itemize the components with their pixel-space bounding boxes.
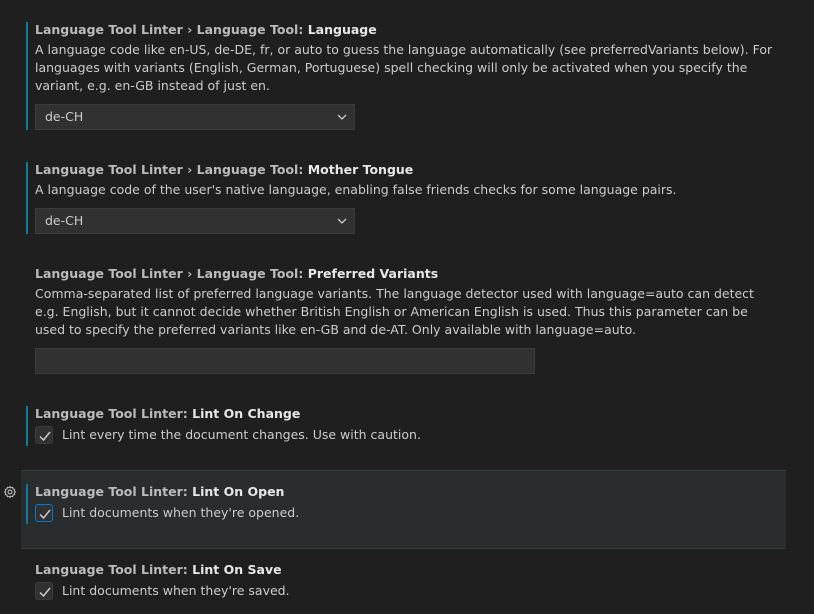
checkbox-label: Lint every time the document changes. Us… [62,427,421,442]
modified-indicator [26,484,28,524]
select-value: de-CH [45,213,84,228]
setting-key: Mother Tongue [307,162,414,177]
setting-language: Language Tool Linter › Language Tool: La… [21,22,786,95]
lint-on-save-option[interactable]: Lint documents when they're saved. [35,582,290,600]
checkbox-label: Lint documents when they're saved. [62,583,290,598]
lint-on-change-checkbox[interactable] [35,426,53,444]
lint-on-open-checkbox[interactable] [35,504,53,522]
setting-description: A language code of the user's native lan… [35,182,677,197]
setting-key: Lint On Save [192,562,282,577]
setting-key: Language [307,22,377,37]
chevron-down-icon [337,114,347,120]
setting-title: Language Tool Linter: Lint On Change [35,406,786,422]
lint-on-save-checkbox[interactable] [35,582,53,600]
modified-indicator [26,406,28,446]
lint-on-change-option[interactable]: Lint every time the document changes. Us… [35,426,421,444]
setting-title: Language Tool Linter: Lint On Save [35,562,786,578]
setting-title: Language Tool Linter › Language Tool: Mo… [35,162,786,178]
setting-title: Language Tool Linter: Lint On Open [35,484,786,500]
select-value: de-CH [45,109,84,124]
setting-mother-tongue: Language Tool Linter › Language Tool: Mo… [21,162,786,199]
setting-title: Language Tool Linter › Language Tool: Pr… [35,266,786,282]
setting-preferred-variants: Language Tool Linter › Language Tool: Pr… [21,266,786,339]
setting-key: Lint On Change [192,406,301,421]
check-icon [39,431,51,442]
setting-key: Lint On Open [192,484,285,499]
setting-description: A language code like en-US, de-DE, fr, o… [35,42,773,93]
settings-editor: Language Tool Linter › Language Tool: La… [0,0,814,614]
setting-title: Language Tool Linter › Language Tool: La… [35,22,786,38]
check-icon [39,509,51,520]
checkbox-label: Lint documents when they're opened. [62,505,300,520]
setting-category: Language Tool Linter › Language Tool: [35,266,308,281]
setting-category: Language Tool Linter › Language Tool: [35,22,308,37]
setting-description: Comma-separated list of preferred langua… [35,286,754,337]
setting-category: Language Tool Linter: [35,484,193,499]
gear-icon[interactable] [3,485,17,499]
language-select[interactable]: de-CH [35,104,355,130]
chevron-down-icon [337,218,347,224]
setting-category: Language Tool Linter: [35,406,193,421]
lint-on-open-option[interactable]: Lint documents when they're opened. [35,504,299,522]
preferred-variants-input[interactable] [35,348,535,374]
setting-key: Preferred Variants [307,266,439,281]
check-icon [39,587,51,598]
setting-category: Language Tool Linter: [35,562,193,577]
setting-category: Language Tool Linter › Language Tool: [35,162,308,177]
mother-tongue-select[interactable]: de-CH [35,208,355,234]
